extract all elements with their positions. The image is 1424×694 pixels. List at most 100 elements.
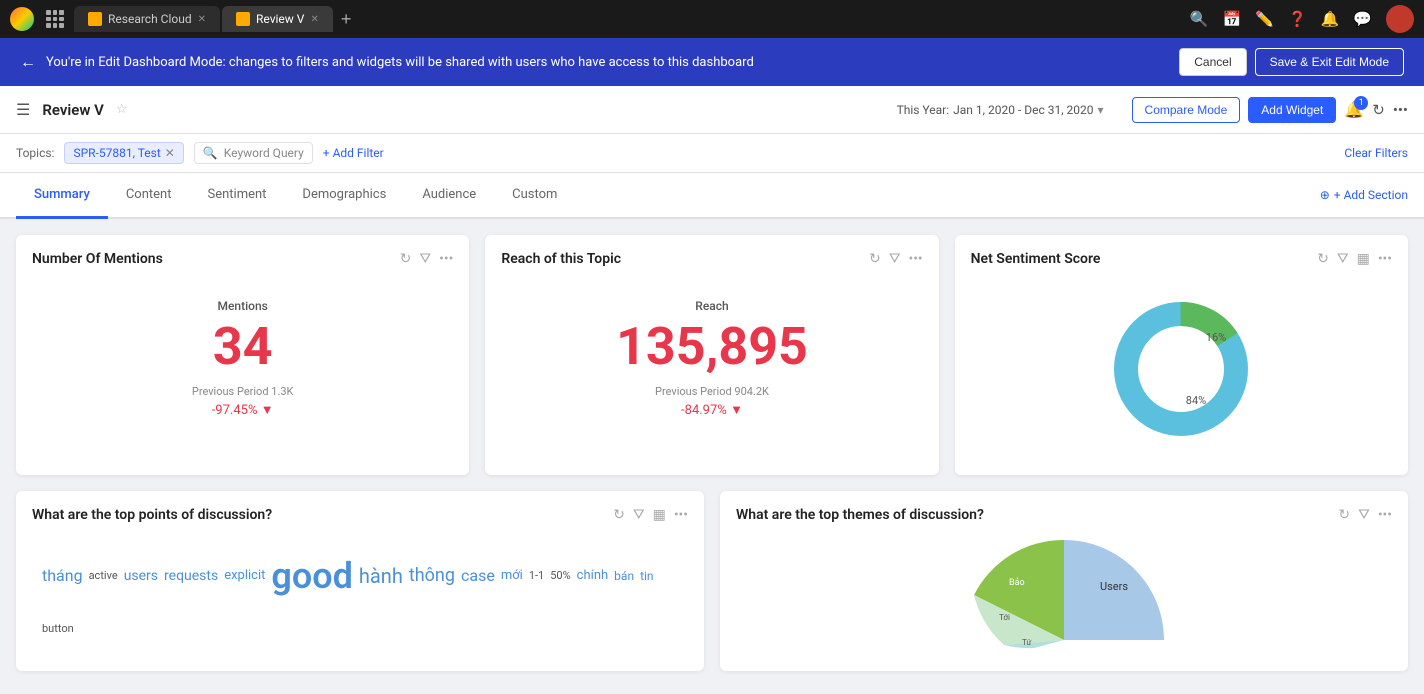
keyword-placeholder: Keyword Query: [224, 146, 304, 160]
date-label: This Year:: [897, 103, 950, 117]
word-active[interactable]: active: [89, 569, 118, 582]
more-icon[interactable]: •••: [1378, 507, 1392, 523]
browser-bell-icon[interactable]: 🔔: [1321, 10, 1340, 28]
tab-summary[interactable]: Summary: [16, 173, 108, 219]
word-button-label[interactable]: button: [42, 622, 74, 635]
filter-tag-remove[interactable]: ✕: [165, 146, 175, 160]
tab-custom[interactable]: Custom: [494, 173, 575, 219]
toolbar-buttons: Compare Mode Add Widget 🔔 1 ↻ •••: [1132, 97, 1408, 123]
widget-points-actions: ↻ ⛛ ▦ •••: [613, 507, 688, 523]
tab-content-label: Content: [126, 187, 172, 202]
save-exit-button[interactable]: Save & Exit Edit Mode: [1255, 48, 1404, 76]
back-arrow-icon[interactable]: ←: [20, 52, 36, 72]
refresh-icon[interactable]: ↻: [1317, 251, 1329, 267]
bar-chart-icon[interactable]: ▦: [1357, 251, 1370, 267]
browser-bar: Research Cloud ✕ Review V ✕ + 🔍 📅 ✏️ ❓ 🔔…: [0, 0, 1424, 38]
filter-icon[interactable]: ⛛: [889, 251, 901, 267]
word-50pct[interactable]: 50%: [550, 569, 570, 582]
user-avatar[interactable]: [1386, 5, 1414, 33]
new-tab-button[interactable]: +: [333, 9, 360, 30]
reach-change-value: -84.97%: [681, 403, 727, 418]
dashboard-content: Number Of Mentions ↻ ⛛ ••• Mentions 34 P…: [0, 219, 1424, 694]
filter-icon[interactable]: ⛛: [1358, 507, 1370, 523]
browser-icons: 🔍 📅 ✏️ ❓ 🔔 💬: [1190, 5, 1414, 33]
browser-help-icon[interactable]: ❓: [1288, 10, 1307, 28]
word-explicit[interactable]: explicit: [224, 568, 265, 583]
more-icon[interactable]: •••: [1378, 251, 1392, 267]
keyword-query-input[interactable]: 🔍 Keyword Query: [194, 142, 313, 164]
filter-tag[interactable]: SPR-57881, Test ✕: [64, 142, 183, 164]
word-ban[interactable]: bán: [614, 569, 634, 583]
word-tin[interactable]: tin: [640, 569, 653, 583]
refresh-icon[interactable]: ↻: [869, 251, 881, 267]
donut-chart-container: 16% 84%: [971, 279, 1392, 459]
word-requests[interactable]: requests: [164, 568, 218, 584]
add-filter-button[interactable]: + Add Filter: [323, 146, 384, 160]
mentions-change: -97.45% ▼: [32, 402, 453, 418]
favorite-star-icon[interactable]: ☆: [116, 102, 128, 117]
main-toolbar: ☰ Review V ☆ This Year: Jan 1, 2020 - De…: [0, 86, 1424, 134]
browser-chat-icon[interactable]: 💬: [1353, 10, 1372, 28]
refresh-icon[interactable]: ↻: [1338, 507, 1350, 523]
edit-banner-buttons: Cancel Save & Exit Edit Mode: [1179, 48, 1404, 76]
more-icon[interactable]: •••: [908, 251, 922, 267]
svg-text:84%: 84%: [1186, 394, 1206, 407]
word-good[interactable]: good: [271, 555, 353, 597]
browser-edit-icon[interactable]: ✏️: [1255, 10, 1274, 28]
tab-sentiment[interactable]: Sentiment: [189, 173, 284, 219]
tab-content[interactable]: Content: [108, 173, 190, 219]
widget-row-1: Number Of Mentions ↻ ⛛ ••• Mentions 34 P…: [16, 235, 1408, 475]
refresh-icon[interactable]: ↻: [400, 251, 412, 267]
tab-summary-label: Summary: [34, 187, 90, 202]
down-arrow-icon: ▼: [261, 403, 274, 418]
edit-mode-banner: ← You're in Edit Dashboard Mode: changes…: [0, 38, 1424, 86]
refresh-icon[interactable]: ↻: [613, 507, 625, 523]
apps-grid-icon[interactable]: [46, 10, 64, 28]
word-chinh[interactable]: chính: [577, 568, 609, 583]
filter-icon[interactable]: ⛛: [1337, 251, 1349, 267]
mentions-change-value: -97.45%: [212, 403, 258, 418]
filter-icon[interactable]: ⛛: [633, 507, 645, 523]
tab-review-v[interactable]: Review V ✕: [222, 6, 333, 32]
tab-close-research[interactable]: ✕: [198, 14, 206, 25]
browser-calendar-icon[interactable]: 📅: [1223, 10, 1242, 28]
cancel-button[interactable]: Cancel: [1179, 48, 1246, 76]
add-section-circle-icon: ⊕: [1320, 188, 1330, 202]
tab-demographics[interactable]: Demographics: [284, 173, 404, 219]
tab-research-cloud[interactable]: Research Cloud ✕: [74, 6, 220, 32]
widget-sentiment-score: Net Sentiment Score ↻ ⛛ ▦ ••• 16% 84%: [955, 235, 1408, 475]
app-logo-icon: [10, 7, 34, 31]
word-hanh[interactable]: hành: [359, 564, 403, 588]
hamburger-icon[interactable]: ☰: [16, 100, 30, 119]
more-icon[interactable]: •••: [439, 251, 453, 267]
tab-research-cloud-label: Research Cloud: [108, 12, 192, 26]
filter-icon[interactable]: ⛛: [419, 251, 431, 267]
add-section-button[interactable]: ⊕ + Add Section: [1320, 188, 1408, 202]
tab-custom-label: Custom: [512, 187, 557, 202]
word-users[interactable]: users: [124, 568, 158, 584]
chevron-down-icon: ▾: [1098, 103, 1104, 117]
word-1-1[interactable]: 1-1: [529, 569, 544, 582]
word-moi[interactable]: mới: [501, 568, 523, 583]
more-icon[interactable]: •••: [674, 507, 688, 523]
add-widget-button[interactable]: Add Widget: [1248, 97, 1336, 123]
filter-label: Topics:: [16, 146, 54, 160]
tab-audience-label: Audience: [422, 187, 476, 202]
refresh-icon[interactable]: ↻: [1372, 101, 1385, 119]
clear-filters-button[interactable]: Clear Filters: [1344, 146, 1408, 160]
date-range-selector[interactable]: This Year: Jan 1, 2020 - Dec 31, 2020 ▾: [897, 103, 1104, 117]
tab-bar: Research Cloud ✕ Review V ✕ +: [72, 6, 1182, 32]
widget-discussion-themes: What are the top themes of discussion? ↻…: [720, 491, 1408, 671]
bar-chart-icon[interactable]: ▦: [653, 507, 666, 523]
tab-audience[interactable]: Audience: [404, 173, 494, 219]
word-button[interactable]: tháng: [42, 566, 83, 585]
browser-search-icon[interactable]: 🔍: [1190, 10, 1209, 28]
word-thong[interactable]: thông: [409, 565, 455, 586]
widget-mentions-title: Number Of Mentions: [32, 251, 163, 267]
word-case[interactable]: case: [461, 566, 495, 585]
compare-mode-button[interactable]: Compare Mode: [1132, 97, 1241, 123]
more-options-icon[interactable]: •••: [1393, 101, 1408, 119]
widget-themes-title: What are the top themes of discussion?: [736, 507, 984, 523]
notification-bell[interactable]: 🔔 1: [1344, 100, 1364, 119]
tab-close-review[interactable]: ✕: [310, 14, 318, 25]
